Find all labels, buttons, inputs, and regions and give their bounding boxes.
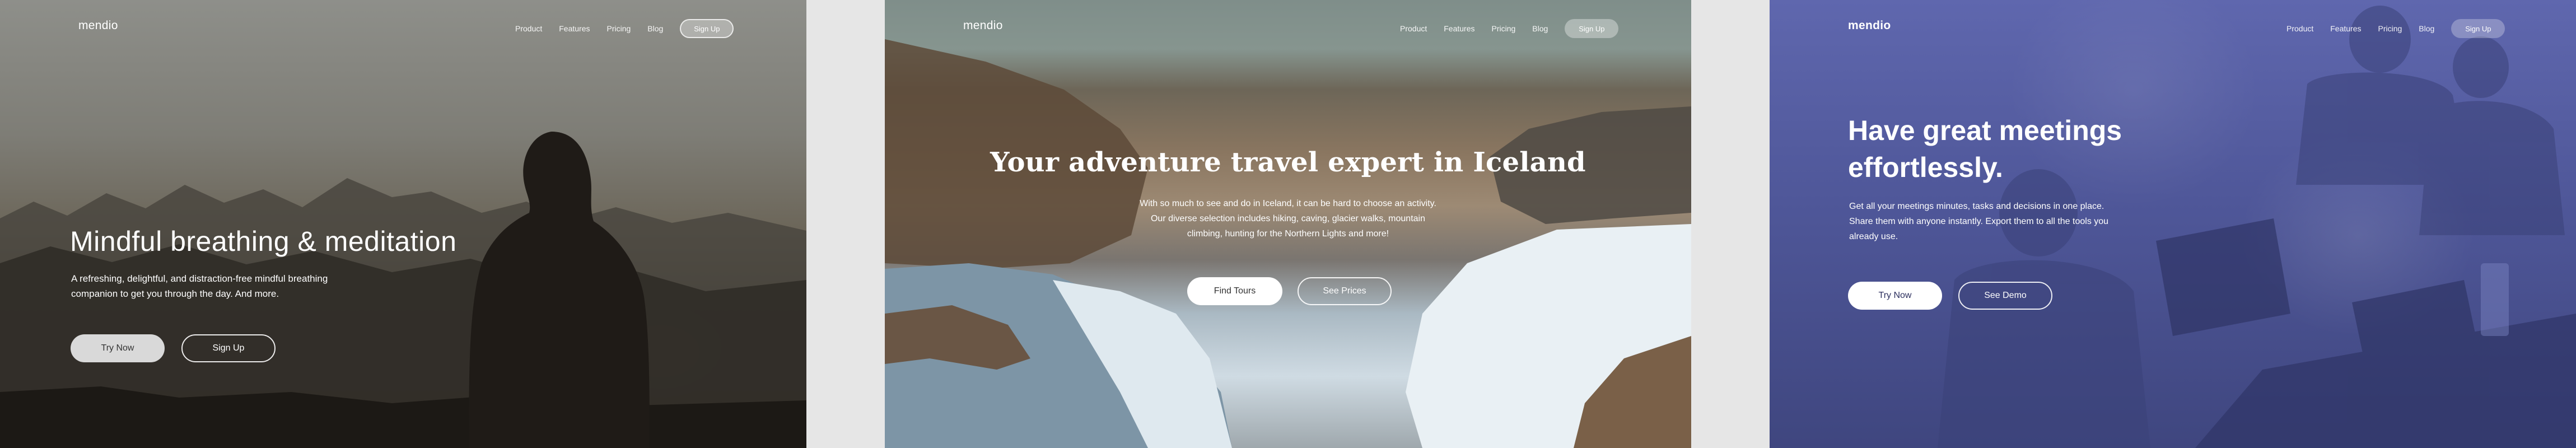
nav-link-features[interactable]: Features	[1444, 24, 1474, 33]
find-tours-button[interactable]: Find Tours	[1187, 277, 1282, 305]
hero-subtitle: With so much to see and do in Iceland, i…	[1140, 199, 1436, 239]
brand-logo[interactable]: mendio	[1848, 19, 1891, 32]
main-nav: Product Features Pricing Blog Sign Up	[2286, 19, 2505, 38]
brand-logo[interactable]: mendio	[78, 19, 118, 32]
nav-signup-button[interactable]: Sign Up	[2451, 19, 2505, 38]
hero-background-image	[0, 0, 806, 448]
nav-link-pricing[interactable]: Pricing	[2378, 24, 2402, 33]
hero-panel-meditation: mendio Product Features Pricing Blog Sig…	[0, 0, 806, 448]
nav-link-pricing[interactable]: Pricing	[607, 24, 631, 33]
nav-link-pricing[interactable]: Pricing	[1492, 24, 1516, 33]
nav-link-blog[interactable]: Blog	[2419, 24, 2434, 33]
see-demo-button[interactable]: See Demo	[1958, 282, 2052, 310]
see-prices-button[interactable]: See Prices	[1298, 277, 1392, 305]
hero-subtitle: Get all your meetings minutes, tasks and…	[1849, 202, 2109, 241]
nav-link-product[interactable]: Product	[2286, 24, 2313, 33]
nav-link-product[interactable]: Product	[1400, 24, 1427, 33]
nav-link-blog[interactable]: Blog	[647, 24, 663, 33]
main-nav: Product Features Pricing Blog Sign Up	[1400, 19, 1619, 38]
nav-signup-button[interactable]: Sign Up	[1565, 19, 1619, 38]
signup-button[interactable]: Sign Up	[181, 334, 276, 362]
brand-logo[interactable]: mendio	[963, 19, 1003, 32]
nav-link-product[interactable]: Product	[515, 24, 542, 33]
nav-link-features[interactable]: Features	[559, 24, 590, 33]
try-now-button[interactable]: Try Now	[71, 334, 165, 362]
nav-link-features[interactable]: Features	[2330, 24, 2361, 33]
hero-subtitle: A refreshing, delightful, and distractio…	[71, 273, 328, 299]
main-nav: Product Features Pricing Blog Sign Up	[515, 19, 734, 38]
hero-panel-meetings: mendio Product Features Pricing Blog Sig…	[1770, 0, 2576, 448]
hero-title: Your adventure travel expert in Iceland	[990, 147, 1586, 178]
hero-title: Mindful breathing & meditation	[70, 226, 457, 257]
hero-panel-iceland: mendio Product Features Pricing Blog Sig…	[885, 0, 1691, 448]
hero-title: Have great meetings effortlessly.	[1848, 115, 2122, 183]
mountains-silhouette	[0, 132, 806, 448]
try-now-button[interactable]: Try Now	[1848, 282, 1942, 310]
nav-link-blog[interactable]: Blog	[1532, 24, 1548, 33]
nav-signup-button[interactable]: Sign Up	[680, 19, 734, 38]
